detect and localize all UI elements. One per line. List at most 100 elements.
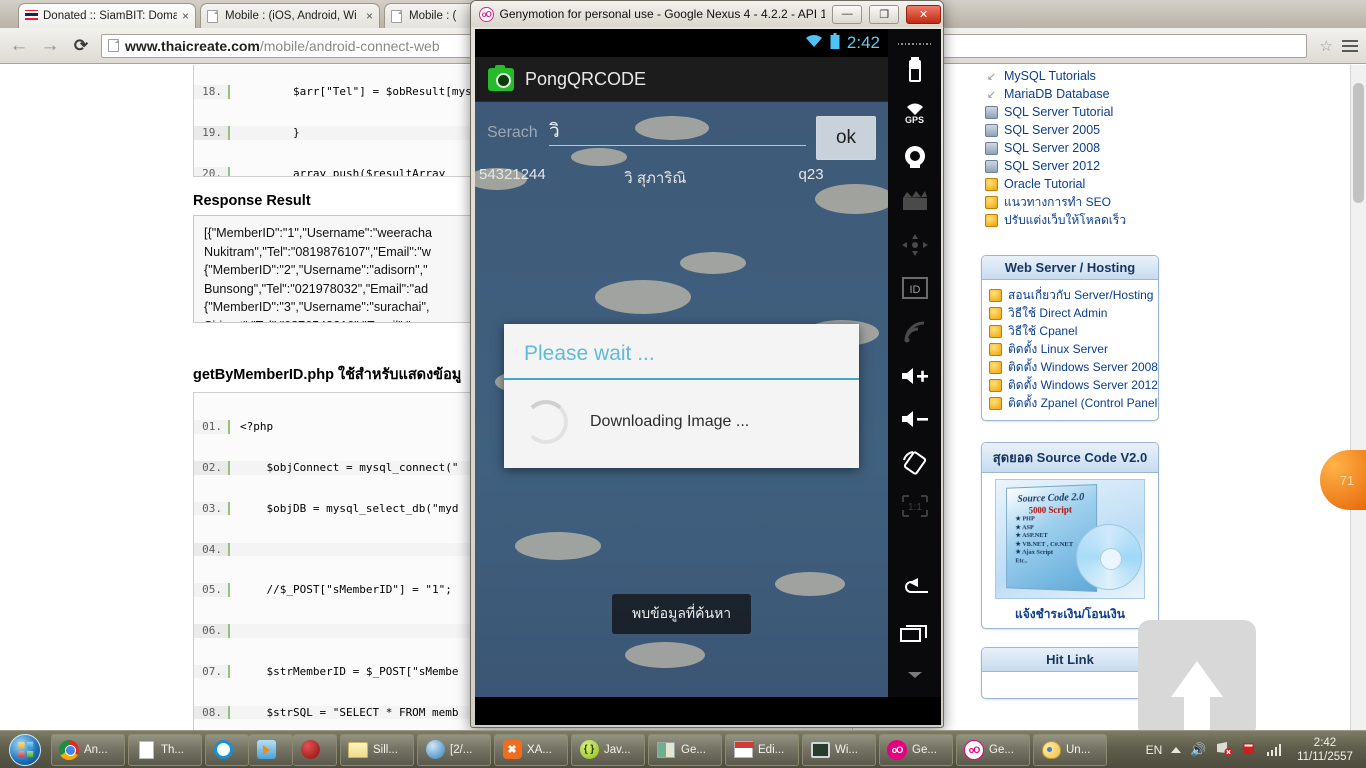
side-badge[interactable]: 71 (1320, 450, 1366, 510)
taskbar-item-document[interactable]: Th... (128, 733, 202, 766)
paint-icon (1041, 740, 1061, 760)
volume-icon[interactable]: 🔊 (1190, 742, 1206, 758)
show-hidden-icons-icon[interactable] (1171, 746, 1182, 753)
loading-spinner-icon (524, 400, 568, 444)
genymotion-title-bar[interactable]: oO Genymotion for personal use - Google … (471, 1, 943, 27)
line-number: 20. (194, 166, 230, 176)
battery-icon[interactable] (888, 48, 941, 92)
taskbar-item-genymotion-2[interactable]: oO Ge... (956, 733, 1030, 766)
genymotion-logo-icon: oO (479, 6, 494, 22)
clock[interactable]: 2:42 11/11/2557 (1290, 736, 1360, 764)
taskbar-item-blue-disc[interactable]: [2/... (417, 733, 491, 766)
system-tray: EN 🔊 2:42 11/11/2557 (1146, 736, 1366, 764)
sidebar-link-mysql-tutorials[interactable]: ↙ MySQL Tutorials (985, 67, 1159, 85)
back-icon[interactable]: ← (8, 36, 30, 55)
spreadsheet-icon (656, 740, 676, 760)
arrow-icon: ↙ (986, 88, 997, 101)
taskbar-item-monitor[interactable]: Wi... (802, 733, 876, 766)
sidebar-link-sqlserver-2012[interactable]: SQL Server 2012 (985, 157, 1159, 175)
reload-icon[interactable]: ⟳ (70, 37, 92, 54)
browser-tab-1[interactable]: Donated :: SiamBIT: Doma × (18, 3, 196, 28)
camera-icon[interactable] (888, 136, 941, 180)
status-clock: 2:42 (846, 33, 880, 52)
line-number: 07. (194, 664, 230, 679)
gps-icon[interactable]: GPS (888, 92, 941, 136)
rotate-icon[interactable] (888, 441, 941, 485)
taskbar-item-spreadsheet[interactable]: Ge... (648, 733, 722, 766)
close-button[interactable]: ✕ (906, 4, 942, 24)
battery-icon (830, 32, 840, 54)
hosting-link-4[interactable]: ติดตั้ง Windows Server 2008 (989, 358, 1158, 376)
bookmark-star-icon[interactable]: ☆ (1320, 37, 1333, 55)
dpad-icon[interactable] (888, 223, 941, 267)
video-icon[interactable] (888, 179, 941, 223)
taskbar-item-editor[interactable]: Edi... (725, 733, 799, 766)
hosting-link-1[interactable]: วิธีใช้ Direct Admin (989, 304, 1153, 322)
chevron-down-icon[interactable] (888, 653, 941, 697)
please-wait-dialog: Please wait ... Downloading Image ... (504, 324, 859, 468)
browser-tab-2[interactable]: Mobile : (iOS, Android, Wi × (200, 3, 380, 28)
link-label: แนวทางการทำ SEO (1004, 194, 1111, 209)
sidebar-link-seo[interactable]: แนวทางการทำ SEO (985, 193, 1159, 211)
signal-icon[interactable] (888, 310, 941, 354)
android-device-screen: 2:42 PongQRCODE Serach วิ ok 54321244 วิ… (475, 29, 888, 697)
sidebar-link-oracle-tutorial[interactable]: Oracle Tutorial (985, 175, 1159, 193)
orange-bullet-icon (989, 324, 1002, 338)
recents-icon[interactable] (888, 610, 941, 654)
sidebar-link-sqlserver-tutorial[interactable]: SQL Server Tutorial (985, 103, 1159, 121)
page-scrollbar[interactable] (1350, 65, 1366, 730)
row-name: วิ สุภาริณิ (624, 170, 687, 187)
sidebar-link-speedup[interactable]: ปรับแต่งเว็บให้โหลดเร็ว (985, 211, 1159, 229)
cloud-decoration (775, 572, 845, 596)
source-code-panel: สุดยอด Source Code V2.0 Source Code 2.0 … (981, 442, 1159, 629)
back-to-top-button[interactable] (1138, 620, 1256, 730)
id-icon[interactable]: ID (888, 266, 941, 310)
hosting-link-5[interactable]: ติดตั้ง Windows Server 2012 (989, 376, 1158, 394)
forward-icon[interactable]: → (39, 36, 61, 55)
app-title: PongQRCODE (525, 68, 647, 89)
search-value: วิ (549, 116, 806, 146)
taskbar-item-internet-explorer[interactable] (205, 733, 249, 766)
taskbar-item-paint[interactable]: Un... (1033, 733, 1107, 766)
link-label: ติดตั้ง Linux Server (1008, 341, 1108, 356)
menu-icon[interactable] (1342, 39, 1358, 52)
scrollbar-thumb[interactable] (1353, 83, 1364, 203)
back-icon[interactable] (888, 566, 941, 610)
search-input[interactable]: Serach วิ (487, 116, 806, 146)
sidebar-link-sqlserver-2005[interactable]: SQL Server 2005 (985, 121, 1159, 139)
sidebar-link-sqlserver-2008[interactable]: SQL Server 2008 (985, 139, 1159, 157)
taskbar-item-red-app[interactable] (293, 733, 337, 766)
taskbar-label: Ge... (989, 743, 1014, 756)
taskbar-item-chrome[interactable]: An... (51, 733, 125, 766)
hosting-link-2[interactable]: วิธีใช้ Cpanel (989, 322, 1153, 340)
hit-link-panel: Hit Link (981, 647, 1159, 699)
hosting-link-6[interactable]: ติดตั้ง Zpanel (Control Panel) (989, 394, 1158, 412)
close-icon[interactable]: × (182, 9, 189, 23)
table-row[interactable]: 54321244 วิ สุภาริณิ q23 (475, 160, 888, 190)
taskbar-item-genymotion-1[interactable]: oO Ge... (879, 733, 953, 766)
action-center-icon[interactable] (1242, 741, 1258, 759)
taskbar-item-folder[interactable]: Sill... (340, 733, 414, 766)
signal-icon[interactable] (1266, 743, 1281, 756)
network-icon[interactable] (1216, 741, 1233, 759)
taskbar-item-java[interactable]: { } Jav... (571, 733, 645, 766)
source-code-banner[interactable]: Source Code 2.0 5000 Script ★ PHP ★ ASP … (982, 473, 1158, 628)
tab-title: Mobile : (iOS, Android, Wi (225, 10, 357, 22)
taskbar-item-xampp[interactable]: ✖ XA... (494, 733, 568, 766)
maximize-button[interactable]: ❐ (869, 4, 900, 24)
language-indicator[interactable]: EN (1146, 743, 1163, 757)
minimize-button[interactable]: — (832, 4, 863, 24)
link-label: MariaDB Database (1004, 87, 1110, 101)
ok-button[interactable]: ok (816, 116, 876, 160)
sidebar-link-mariadb[interactable]: ↙ MariaDB Database (985, 85, 1159, 103)
hosting-link-3[interactable]: ติดตั้ง Linux Server (989, 340, 1153, 358)
hosting-link-0[interactable]: สอนเกี่ยวกับ Server/Hosting (989, 286, 1153, 304)
scale-1to1-icon[interactable]: 1:1 (888, 485, 941, 529)
close-icon[interactable]: × (366, 9, 373, 23)
up-arrow-icon (1171, 661, 1223, 730)
volume-up-icon[interactable] (888, 354, 941, 398)
start-button[interactable] (2, 733, 48, 767)
orange-bullet-icon (989, 288, 1002, 302)
taskbar-item-media-player[interactable] (249, 733, 293, 766)
volume-down-icon[interactable] (888, 397, 941, 441)
